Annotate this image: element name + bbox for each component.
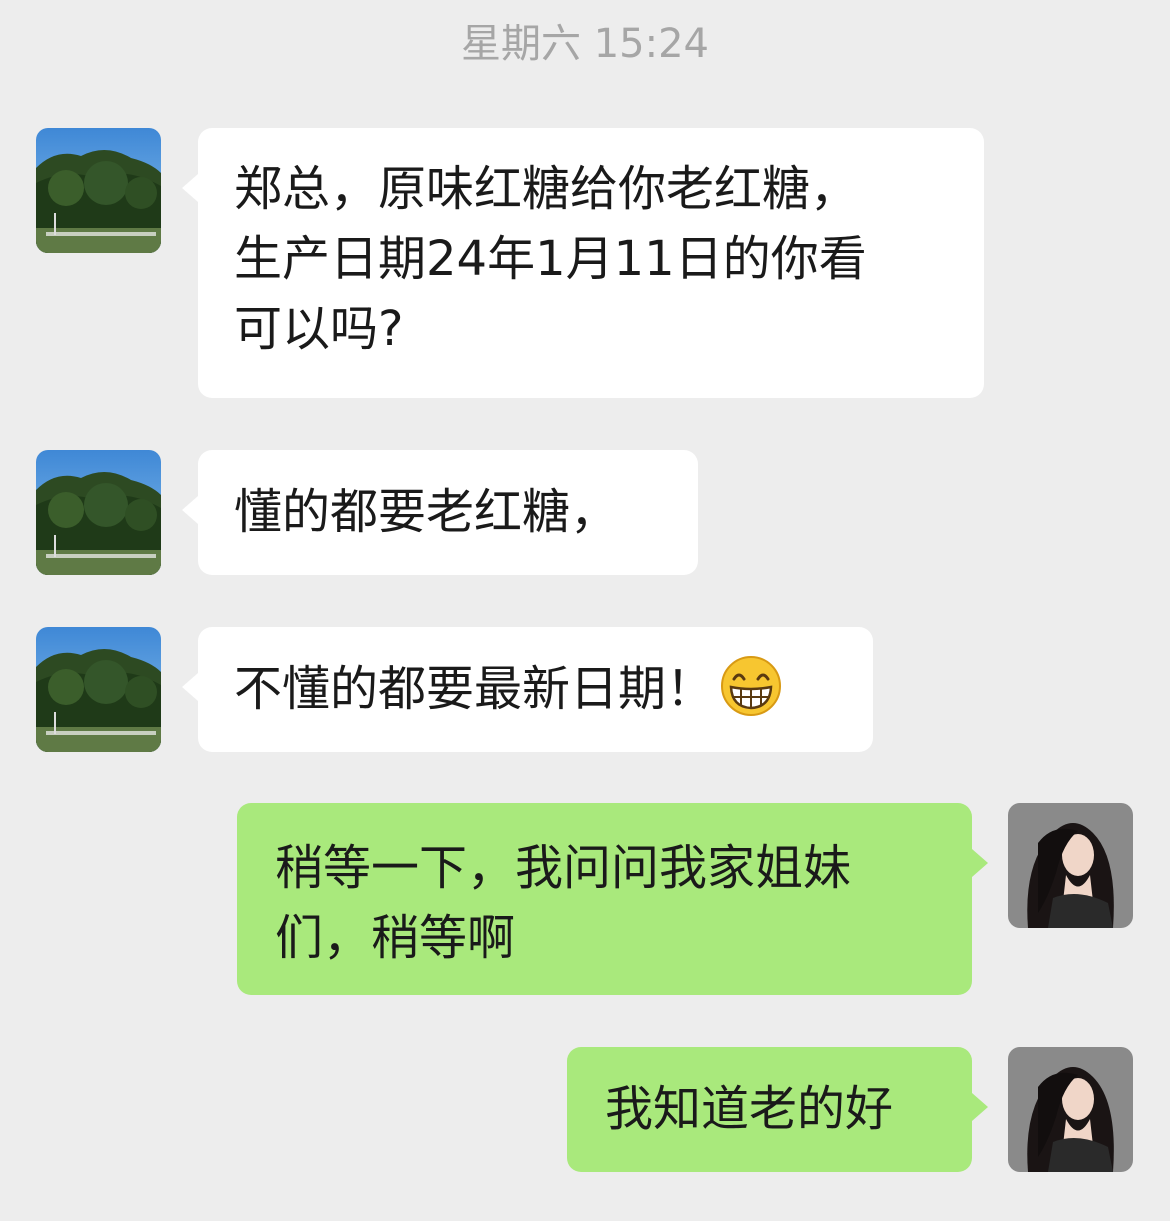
- message-line: 郑总，原味红糖给你老红糖，: [234, 161, 859, 217]
- message-bubble-incoming[interactable]: 不懂的都要最新日期！: [198, 627, 873, 752]
- bubble-tail: [972, 849, 988, 877]
- message-line: 生产日期24年1月11日的你看: [234, 231, 867, 287]
- message-line: 稍等一下，我问问我家姐妹: [275, 840, 852, 896]
- contact-avatar[interactable]: [36, 627, 161, 752]
- bubble-tail: [182, 174, 198, 202]
- message-line: 可以吗?: [234, 301, 404, 357]
- chat-timestamp: 星期六 15:24: [461, 21, 709, 67]
- message-bubble-incoming[interactable]: 懂的都要老红糖，: [198, 450, 698, 575]
- self-avatar[interactable]: [1008, 803, 1133, 928]
- bubble-tail: [182, 496, 198, 524]
- grinning-face-emoji-icon: [721, 656, 782, 716]
- contact-avatar[interactable]: [36, 450, 161, 575]
- message-bubble-incoming[interactable]: 郑总，原味红糖给你老红糖， 生产日期24年1月11日的你看 可以吗?: [198, 128, 984, 398]
- message-text: 不懂的都要最新日期！: [234, 661, 715, 717]
- bubble-tail: [182, 673, 198, 701]
- self-avatar[interactable]: [1008, 1047, 1133, 1172]
- message-line: 们，稍等啊: [275, 910, 516, 966]
- message-bubble-outgoing[interactable]: 稍等一下，我问问我家姐妹 们，稍等啊: [237, 803, 972, 995]
- message-text: 我知道老的好: [605, 1081, 894, 1137]
- bubble-tail: [972, 1093, 988, 1121]
- contact-avatar[interactable]: [36, 128, 161, 253]
- message-bubble-outgoing[interactable]: 我知道老的好: [567, 1047, 972, 1172]
- message-text: 懂的都要老红糖，: [234, 484, 619, 540]
